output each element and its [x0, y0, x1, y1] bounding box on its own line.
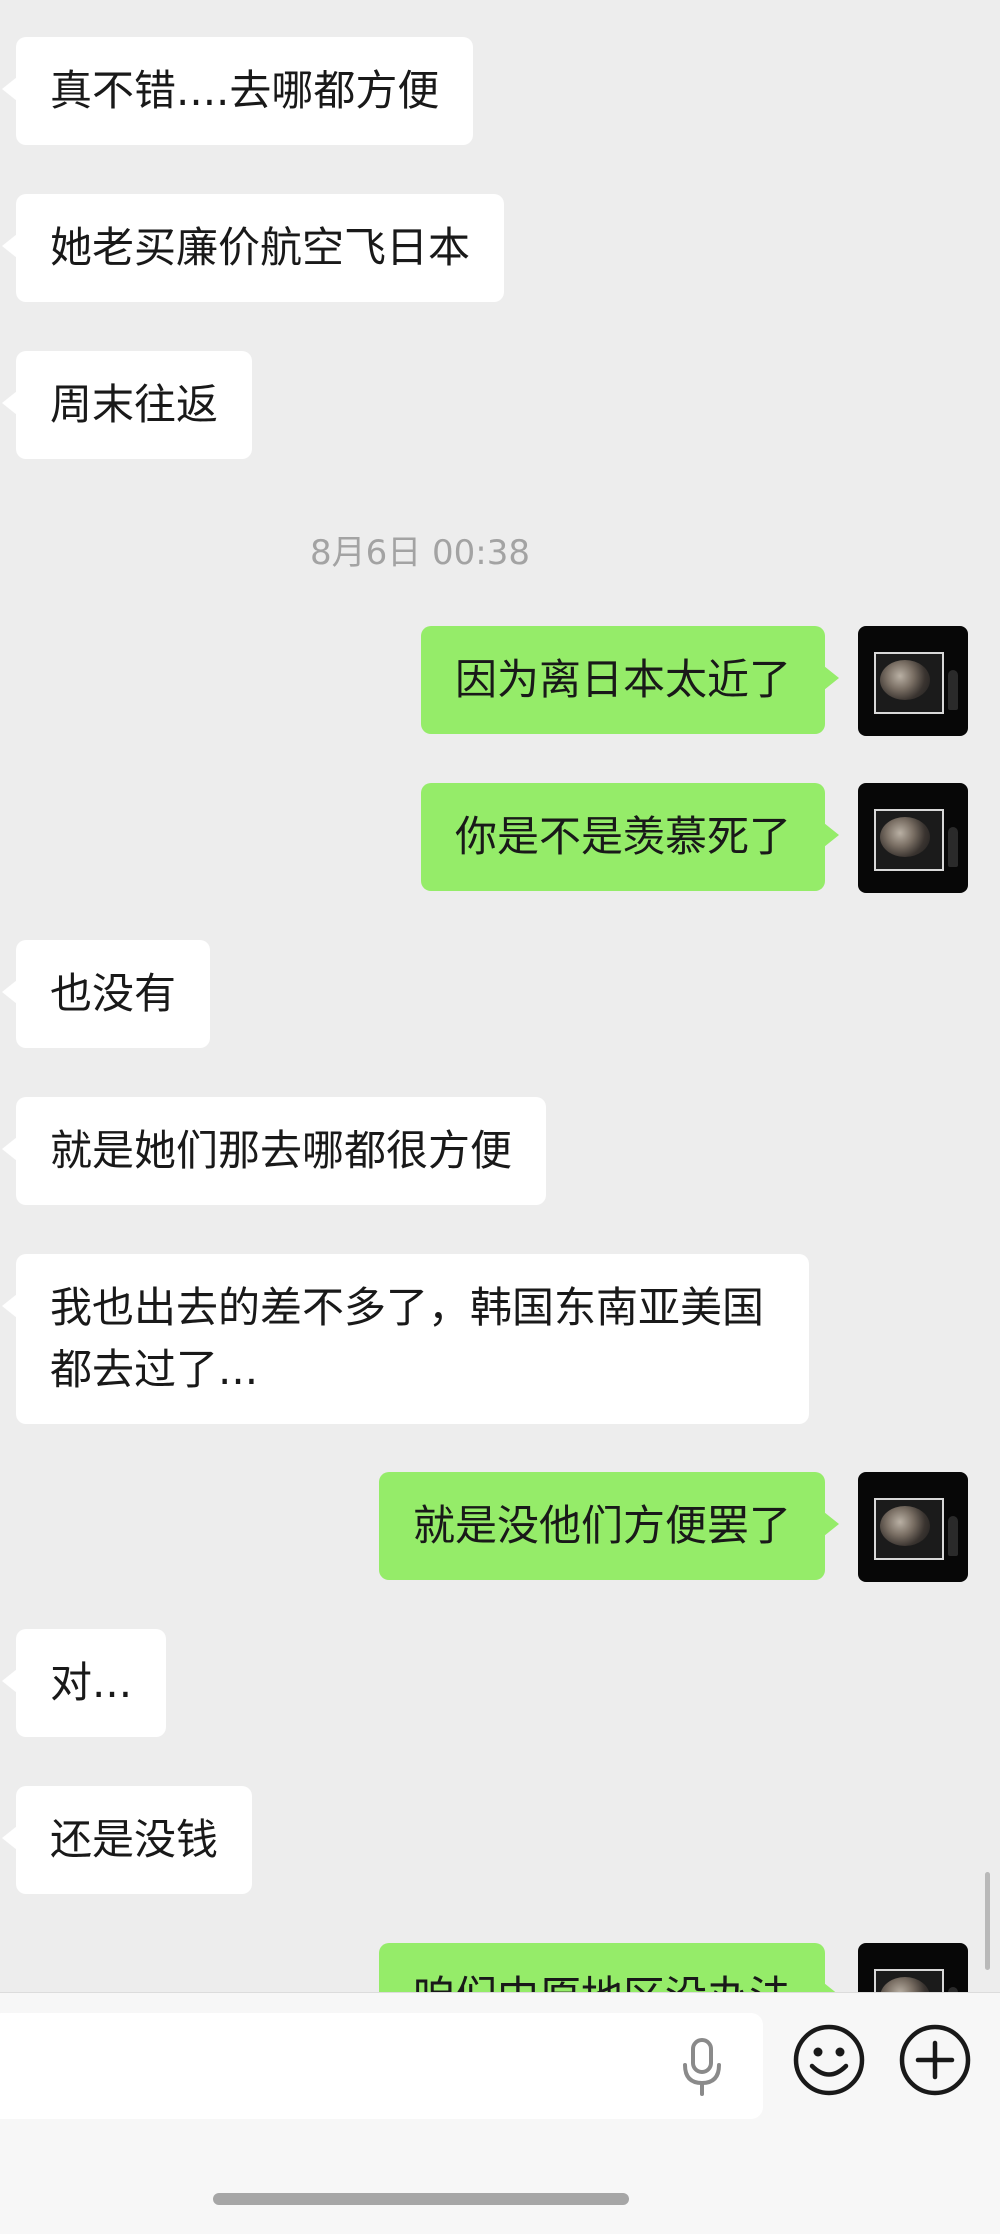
avatar[interactable] — [858, 1943, 968, 1992]
message-input[interactable] — [0, 2013, 763, 2119]
message-bubble-received[interactable]: 真不错....去哪都方便 — [1, 37, 474, 145]
message-bubble-received[interactable]: 就是她们那去哪都很方便 — [1, 1097, 547, 1205]
message-bubble-sent[interactable]: 咱们中原地区没办法 — [378, 1943, 840, 1992]
message-bubble-sent[interactable]: 因为离日本太近了 — [420, 626, 840, 734]
plus-icon[interactable] — [898, 2023, 972, 2097]
chat-input-bar — [0, 1992, 1000, 2234]
message-bubble-received[interactable]: 对... — [1, 1629, 167, 1737]
avatar[interactable] — [858, 783, 968, 893]
message-bubble-sent[interactable]: 就是没他们方便罢了 — [378, 1472, 840, 1580]
avatar[interactable] — [858, 1472, 968, 1582]
home-indicator — [213, 2193, 629, 2205]
message-bubble-sent[interactable]: 你是不是羡慕死了 — [420, 783, 840, 891]
scrollbar[interactable] — [985, 1872, 990, 1970]
message-bubble-received[interactable]: 周末往返 — [1, 351, 253, 459]
emoji-icon[interactable] — [792, 2023, 866, 2097]
message-bubble-received[interactable]: 也没有 — [1, 940, 211, 1048]
message-bubble-received[interactable]: 她老买廉价航空飞日本 — [1, 194, 505, 302]
avatar[interactable] — [858, 626, 968, 736]
message-bubble-received[interactable]: 我也出去的差不多了，韩国东南亚美国都去过了... — [2, 1254, 809, 1424]
mic-icon[interactable] — [680, 2037, 724, 2097]
timestamp-divider: 8月6日 00:38 — [309, 533, 531, 573]
chat-message-list[interactable]: 真不错....去哪都方便 她老买廉价航空飞日本 周末往返 8月6日 00:38 … — [0, 0, 1000, 1992]
message-bubble-received[interactable]: 还是没钱 — [1, 1786, 253, 1894]
